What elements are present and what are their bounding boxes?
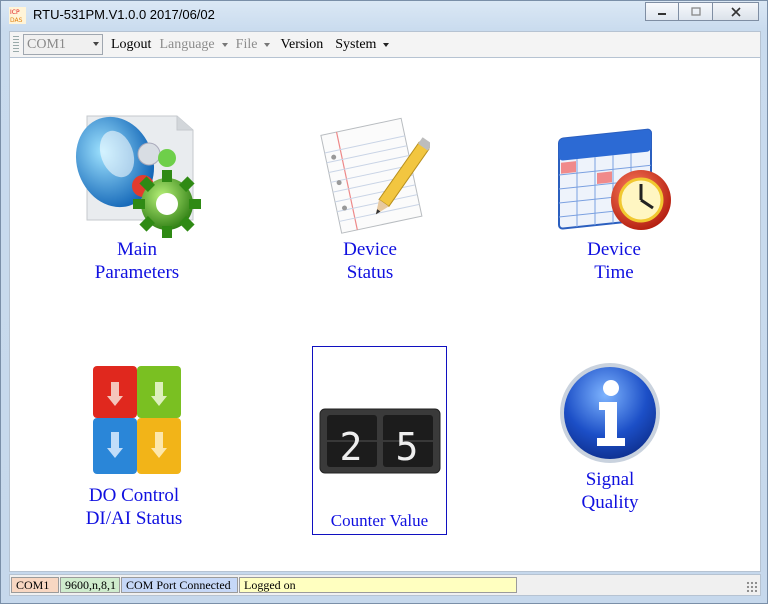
do-control-tile[interactable]: DO Control DI/AI Status xyxy=(64,358,204,530)
menu-logout-label: Logout xyxy=(111,36,152,52)
maximize-button[interactable] xyxy=(679,2,713,21)
main-parameters-label-line2: Parameters xyxy=(94,262,180,283)
close-icon xyxy=(730,6,741,17)
main-parameters-tile[interactable]: Main Parameters xyxy=(66,110,208,284)
switches-icon xyxy=(93,366,181,474)
svg-text:ICP: ICP xyxy=(10,9,20,16)
com-port-select[interactable]: COM1 xyxy=(23,34,103,55)
menu-logout[interactable]: Logout xyxy=(111,37,151,53)
resize-grip-icon[interactable] xyxy=(746,581,757,592)
status-connection: COM Port Connected xyxy=(121,577,238,593)
signal-quality-tile[interactable]: Signal Quality xyxy=(540,358,680,514)
title-bar[interactable]: ICP DAS RTU-531PM.V1.0.0 2017/06/02 xyxy=(1,1,767,29)
status-login: Logged on xyxy=(239,577,517,593)
device-time-label-line2: Time xyxy=(594,262,634,283)
device-time-label-line1: Device xyxy=(587,239,641,260)
window-title: RTU-531PM.V1.0.0 2017/06/02 xyxy=(33,7,215,22)
counter-value-tile[interactable]: 2 5 Counter Value xyxy=(312,346,447,535)
device-status-label-line2: Status xyxy=(346,262,394,283)
com-port-select-value: COM1 xyxy=(27,37,66,52)
status-port: COM1 xyxy=(11,577,59,593)
menu-system-label: System xyxy=(335,36,377,52)
menu-version-label: Version xyxy=(280,36,324,52)
toolbar-grip[interactable] xyxy=(13,35,19,54)
menu-language[interactable]: Language xyxy=(159,36,228,53)
notepad-pencil-icon xyxy=(320,117,430,234)
menu-language-label: Language xyxy=(159,36,215,52)
menu-version[interactable]: Version xyxy=(280,37,323,53)
status-serial-settings: 9600,n,8,1 xyxy=(60,577,120,593)
info-icon xyxy=(560,363,660,463)
app-logo-icon: ICP DAS xyxy=(9,7,26,24)
chevron-down-icon xyxy=(221,42,228,47)
window-controls xyxy=(645,2,759,22)
counter-digit-ones: 5 xyxy=(395,425,419,469)
do-control-label-line1: DO Control xyxy=(88,485,180,506)
menu-bar: COM1 Logout Language File Version System xyxy=(9,31,761,58)
di-ai-status-label-line2: DI/AI Status xyxy=(85,508,183,529)
chevron-down-icon xyxy=(93,42,99,46)
minimize-icon xyxy=(658,12,666,15)
chevron-down-icon xyxy=(383,42,390,47)
svg-text:DAS: DAS xyxy=(10,17,23,24)
close-button[interactable] xyxy=(713,2,759,21)
settings-gear-icon xyxy=(75,115,201,238)
app-window: ICP DAS RTU-531PM.V1.0.0 2017/06/02 COM1… xyxy=(0,0,768,604)
device-status-tile[interactable]: Device Status xyxy=(300,110,440,284)
device-status-label-line1: Device xyxy=(343,239,397,260)
signal-quality-label-line2: Quality xyxy=(581,492,639,513)
minimize-button[interactable] xyxy=(645,2,679,21)
menu-file[interactable]: File xyxy=(236,37,271,53)
chevron-down-icon xyxy=(264,42,271,47)
maximize-icon xyxy=(690,6,701,16)
counter-value-label: Counter Value xyxy=(330,511,429,530)
menu-file-label: File xyxy=(235,36,258,52)
signal-quality-label-line1: Signal xyxy=(585,469,635,490)
menu-system[interactable]: System xyxy=(335,36,390,53)
device-time-tile[interactable]: Device Time xyxy=(544,110,684,284)
counter-digit-tens: 2 xyxy=(339,425,363,469)
calendar-clock-icon xyxy=(558,128,671,230)
status-bar: COM1 9600,n,8,1 COM Port Connected Logge… xyxy=(9,574,761,596)
main-panel: Main Parameters Device Status Device Tim… xyxy=(9,58,761,572)
main-parameters-label-line1: Main xyxy=(116,239,158,260)
